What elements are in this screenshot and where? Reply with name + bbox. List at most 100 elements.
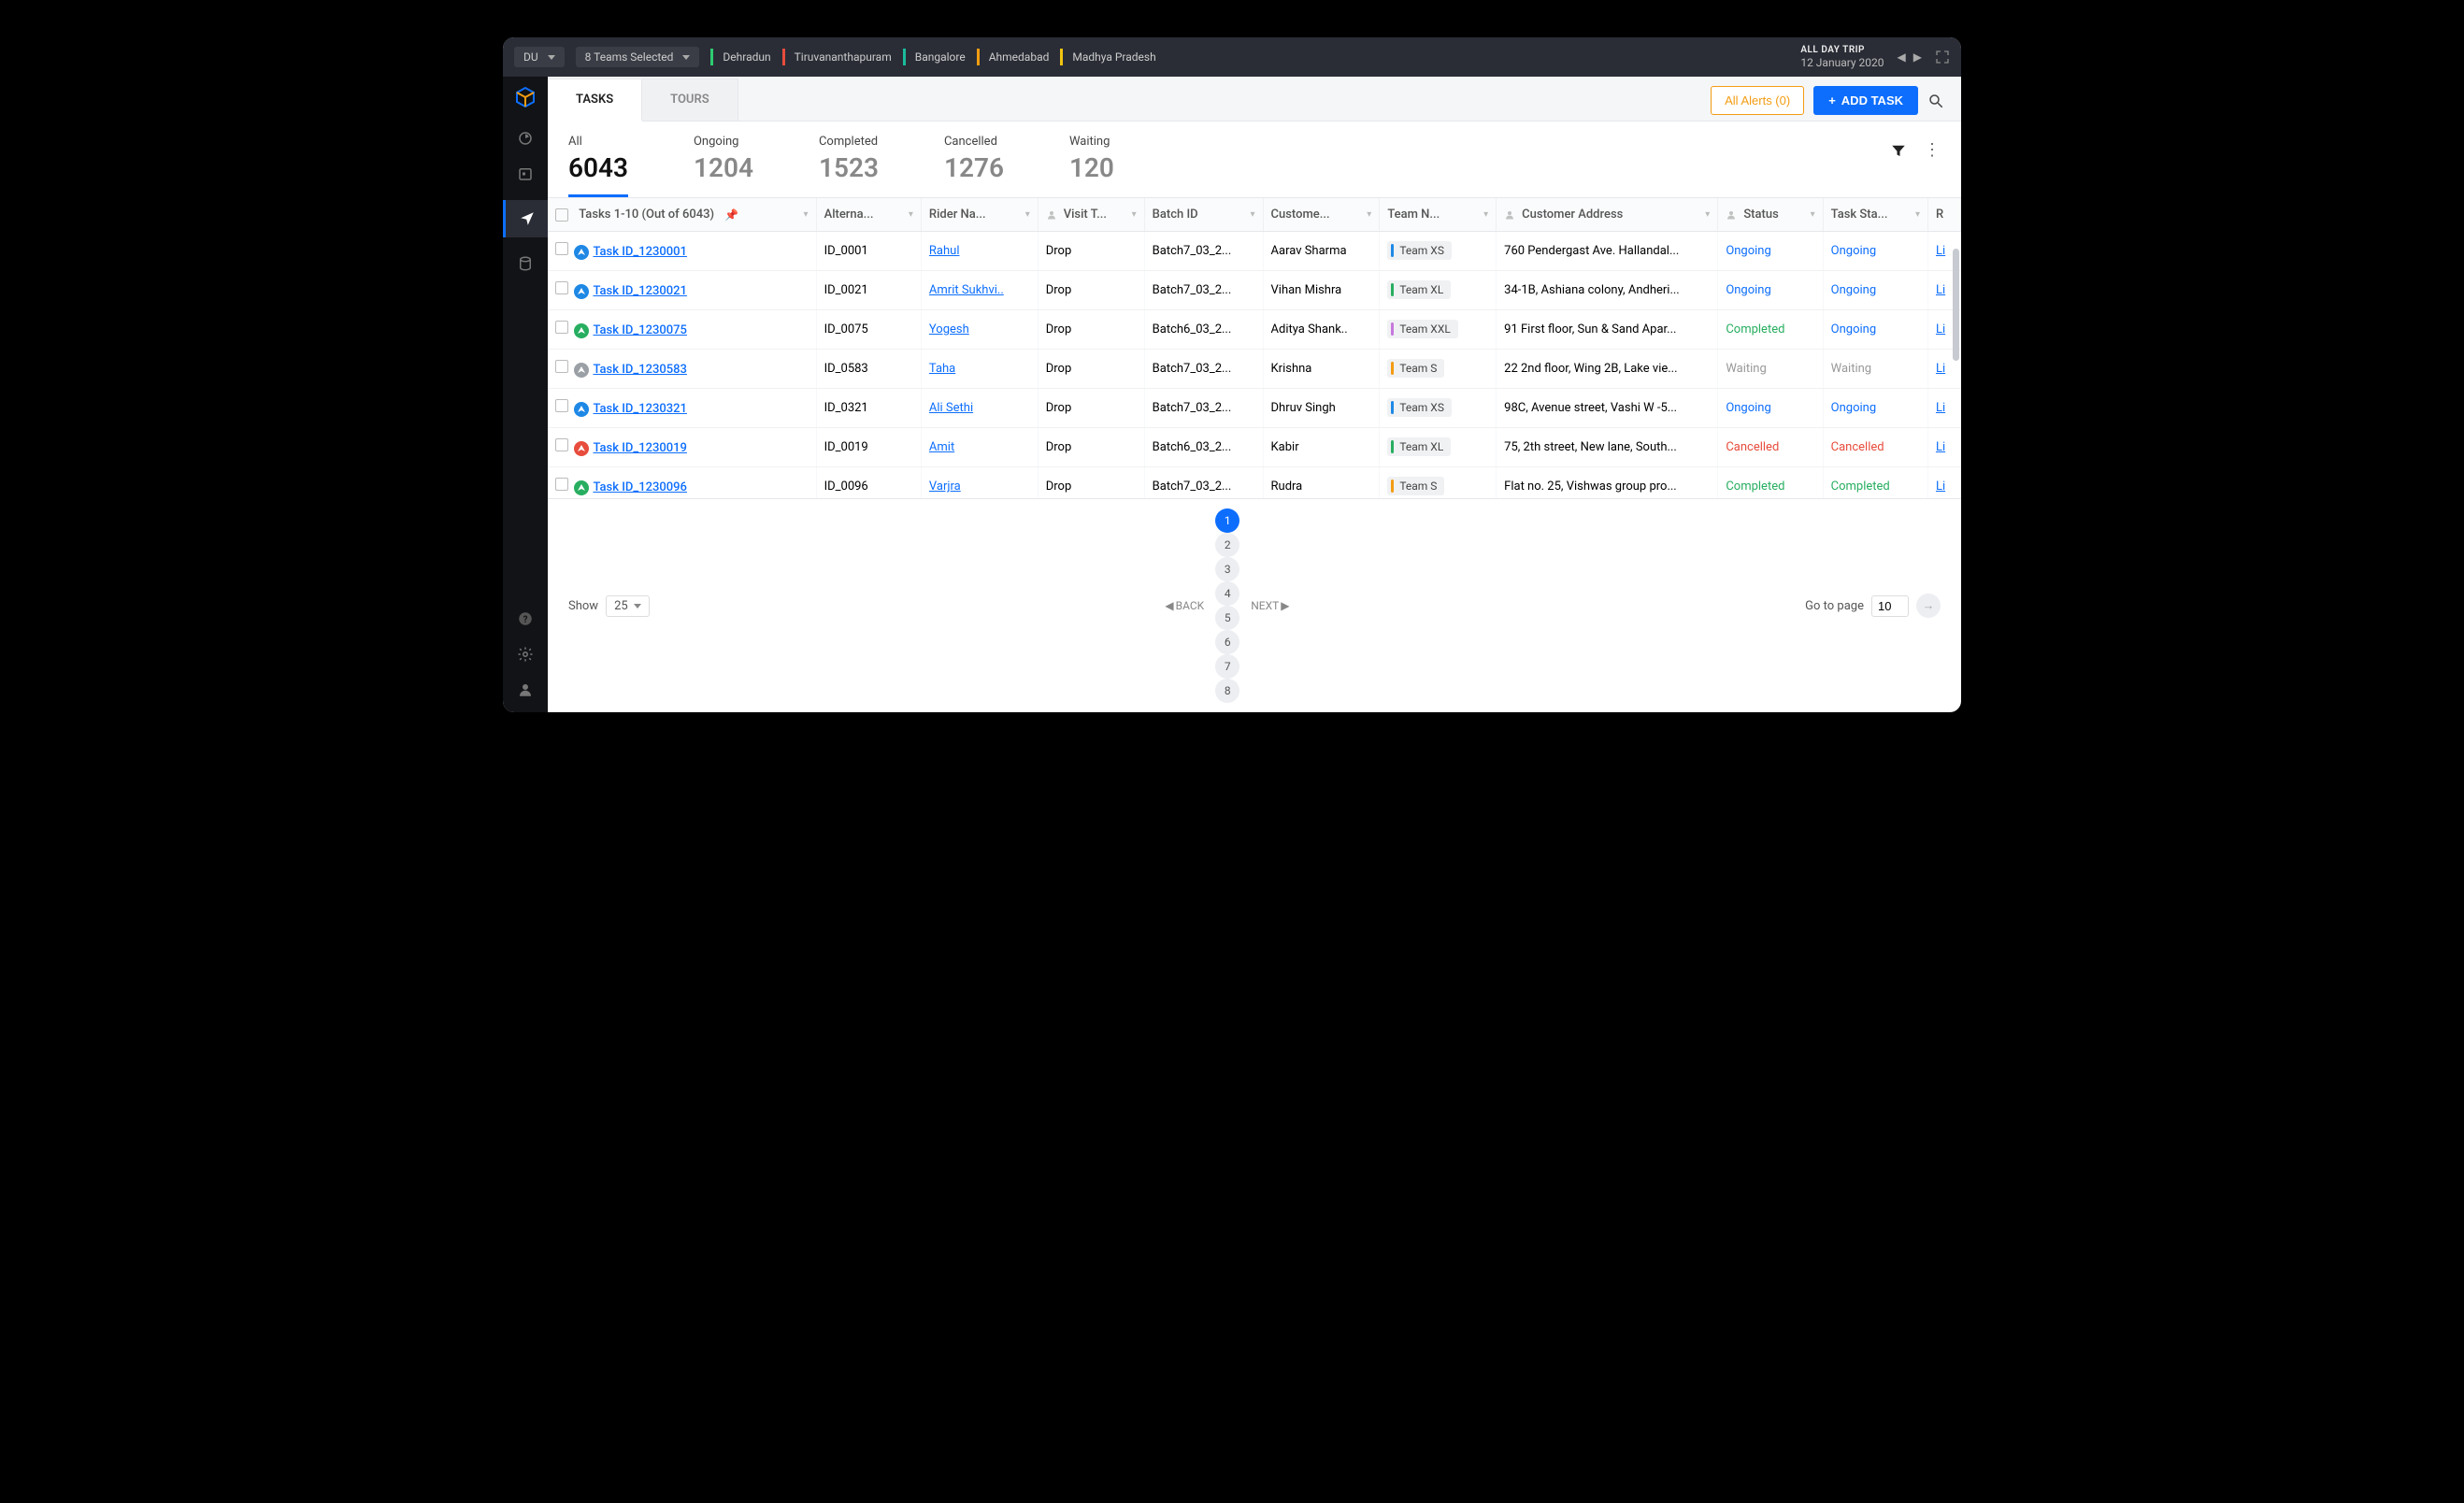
fullscreen-icon[interactable]: [1935, 50, 1950, 64]
row-checkbox[interactable]: [555, 360, 568, 373]
dashboard-icon[interactable]: [516, 129, 535, 148]
next-page[interactable]: NEXT▶: [1245, 599, 1295, 612]
calendar-icon[interactable]: [516, 165, 535, 183]
task-link[interactable]: Task ID_1230019: [593, 441, 687, 455]
col-status[interactable]: Status: [1743, 208, 1778, 222]
scrollbar-thumb[interactable]: [1953, 249, 1959, 361]
col-rider[interactable]: Rider Na...: [929, 208, 986, 222]
status: Cancelled: [1718, 428, 1823, 467]
org-selector[interactable]: DU: [514, 47, 565, 67]
stat-filter[interactable]: Cancelled1276: [944, 135, 1004, 194]
row-checkbox[interactable]: [555, 321, 568, 334]
tab-tasks[interactable]: TASKS: [548, 79, 642, 122]
row-link[interactable]: Li: [1927, 428, 1960, 467]
teams-selector[interactable]: 8 Teams Selected: [576, 47, 700, 67]
direction-icon: [574, 480, 589, 495]
team-chip[interactable]: Tiruvananthapuram: [782, 49, 901, 65]
rider-link[interactable]: Amit: [929, 440, 954, 454]
task-link[interactable]: Task ID_1230021: [593, 284, 687, 298]
page-button[interactable]: 3: [1215, 557, 1239, 581]
rider-link[interactable]: Varjra: [929, 480, 961, 494]
row-link[interactable]: Li: [1927, 389, 1960, 428]
help-icon[interactable]: ?: [516, 609, 535, 628]
col-team[interactable]: Team N...: [1387, 208, 1440, 222]
col-customer[interactable]: Custome...: [1271, 208, 1330, 222]
team-chip[interactable]: Dehradun: [710, 49, 780, 65]
rider-link[interactable]: Amrit Sukhvi..: [929, 283, 1004, 297]
goto-input[interactable]: [1871, 595, 1909, 617]
task-link[interactable]: Task ID_1230583: [593, 363, 687, 377]
col-batch[interactable]: Batch ID: [1153, 208, 1198, 222]
team-chip[interactable]: Madhya Pradesh: [1060, 49, 1165, 65]
table-row: Task ID_1230075ID_0075YogeshDropBatch6_0…: [548, 310, 1961, 350]
col-alt[interactable]: Alterna...: [824, 208, 874, 222]
col-visit[interactable]: Visit T...: [1064, 208, 1107, 222]
database-icon[interactable]: [516, 254, 535, 273]
row-link[interactable]: Li: [1927, 467, 1960, 499]
page-button[interactable]: 8: [1215, 679, 1239, 703]
team-badge: Team XL: [1387, 280, 1451, 299]
direction-icon: [574, 402, 589, 417]
team-chip[interactable]: Ahmedabad: [977, 49, 1059, 65]
pagination: ◀BACK 12345678 NEXT▶: [1159, 508, 1295, 703]
row-checkbox[interactable]: [555, 399, 568, 412]
page-button[interactable]: 4: [1215, 581, 1239, 606]
page-button[interactable]: 6: [1215, 630, 1239, 654]
team-badge: Team XS: [1387, 241, 1452, 260]
table-wrap[interactable]: Tasks 1-10 (Out of 6043) 📌▾ Alterna...▾ …: [548, 198, 1961, 498]
team-badge: Team XL: [1387, 437, 1451, 456]
tab-tours[interactable]: TOURS: [642, 79, 738, 121]
location-icon[interactable]: [503, 200, 548, 237]
stat-filter[interactable]: All6043: [568, 135, 628, 197]
customer-name: Krishna: [1263, 350, 1380, 389]
page-button[interactable]: 2: [1215, 533, 1239, 557]
row-checkbox[interactable]: [555, 478, 568, 491]
chevron-left-icon[interactable]: ◀: [1898, 50, 1906, 64]
add-task-button[interactable]: +ADD TASK: [1813, 86, 1918, 115]
prev-page[interactable]: ◀BACK: [1159, 599, 1210, 612]
row-checkbox[interactable]: [555, 242, 568, 255]
task-link[interactable]: Task ID_1230001: [593, 245, 687, 259]
rider-link[interactable]: Rahul: [929, 244, 960, 258]
chevron-right-icon[interactable]: ▶: [1913, 50, 1922, 64]
search-icon[interactable]: [1927, 93, 1944, 109]
stat-filter[interactable]: Completed1523: [819, 135, 879, 194]
stat-filter[interactable]: Ongoing1204: [694, 135, 753, 194]
task-link[interactable]: Task ID_1230096: [593, 480, 687, 494]
col-r[interactable]: R: [1936, 208, 1943, 222]
task-link[interactable]: Task ID_1230075: [593, 323, 687, 337]
date-nav[interactable]: ◀ ▶: [1898, 50, 1922, 64]
page-button[interactable]: 7: [1215, 654, 1239, 679]
rider-link[interactable]: Ali Sethi: [929, 401, 973, 415]
team-badge: Team XXL: [1387, 320, 1457, 338]
more-icon[interactable]: ⋮: [1924, 140, 1941, 160]
row-checkbox[interactable]: [555, 438, 568, 451]
rider-link[interactable]: Yogesh: [929, 322, 969, 336]
user-icon[interactable]: [516, 680, 535, 699]
col-addr[interactable]: Customer Address: [1522, 208, 1623, 222]
page-button[interactable]: 5: [1215, 606, 1239, 630]
pin-icon[interactable]: 📌: [724, 208, 738, 222]
goto-button[interactable]: →: [1916, 594, 1941, 618]
rider-link[interactable]: Taha: [929, 362, 955, 376]
page-size-select[interactable]: 25: [606, 595, 650, 617]
row-checkbox[interactable]: [555, 281, 568, 294]
customer-address: 75, 2th street, New lane, South...: [1497, 428, 1718, 467]
page-button[interactable]: 1: [1215, 508, 1239, 533]
alerts-button[interactable]: All Alerts (0): [1711, 86, 1804, 115]
filter-icon[interactable]: [1890, 142, 1907, 159]
alt-id: ID_0075: [816, 310, 921, 350]
batch-id: Batch6_03_2...: [1144, 310, 1263, 350]
table-row: Task ID_1230001ID_0001RahulDropBatch7_03…: [548, 232, 1961, 271]
status: Ongoing: [1718, 389, 1823, 428]
col-tstatus[interactable]: Task Sta...: [1831, 208, 1888, 222]
select-all-checkbox[interactable]: [555, 208, 568, 222]
team-chip[interactable]: Bangalore: [903, 49, 975, 65]
task-status: Ongoing: [1823, 389, 1927, 428]
alt-id: ID_0321: [816, 389, 921, 428]
person-icon: [1504, 209, 1515, 221]
stat-filter[interactable]: Waiting120: [1069, 135, 1114, 194]
gear-icon[interactable]: [516, 645, 535, 664]
task-link[interactable]: Task ID_1230321: [593, 402, 687, 416]
batch-id: Batch7_03_2...: [1144, 389, 1263, 428]
